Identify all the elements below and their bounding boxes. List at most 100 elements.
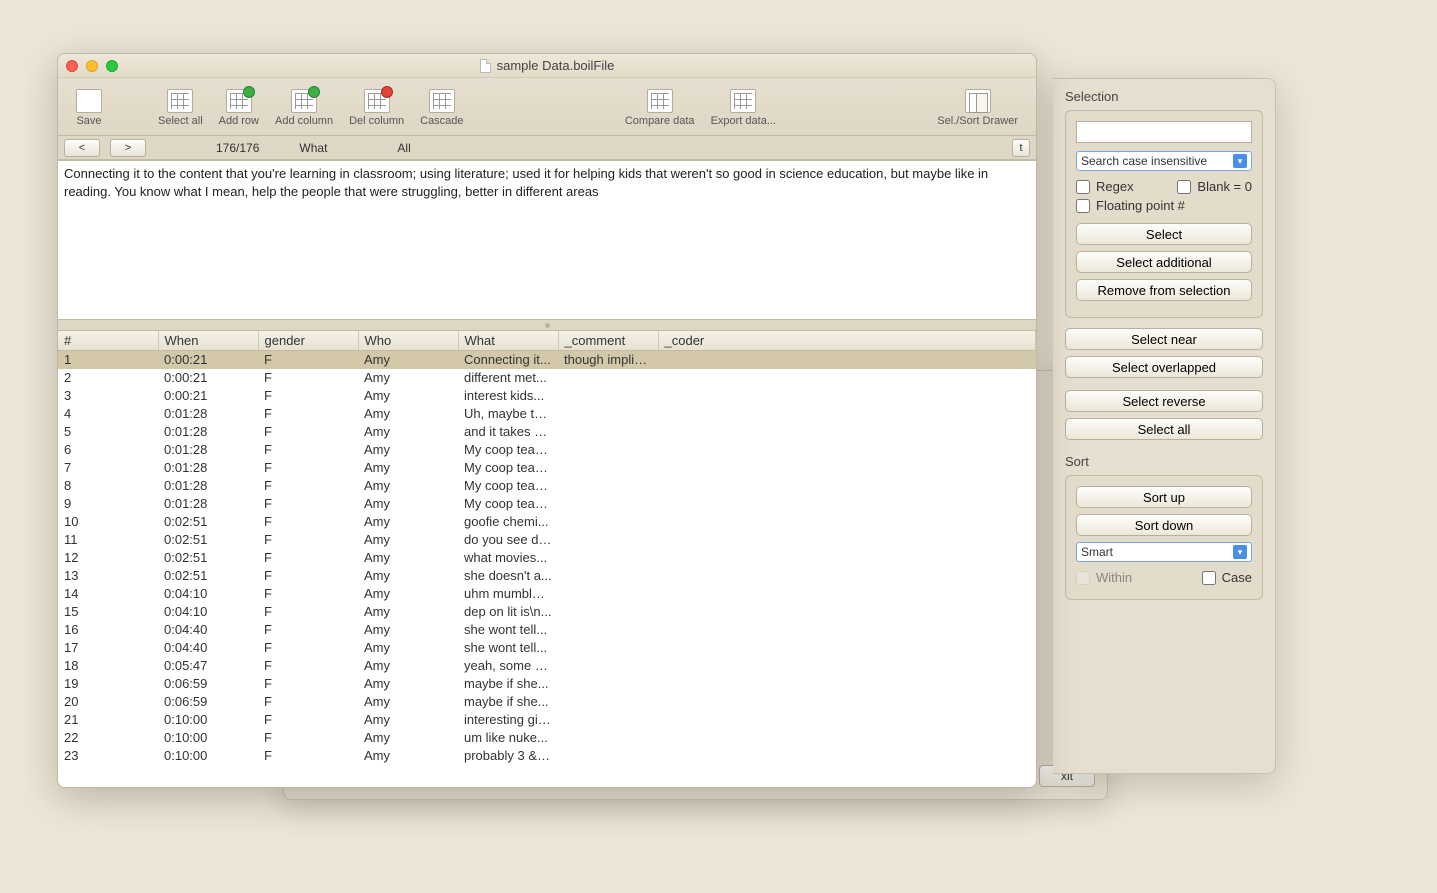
table-row[interactable]: 50:01:28FAmy and it takes a... [58,423,1036,441]
cell-coder[interactable] [658,531,1036,549]
cell-coder[interactable] [658,441,1036,459]
cell-comment[interactable] [558,657,658,675]
cell-what[interactable]: uhm mumble l... [458,585,558,603]
cell-when[interactable]: 0:01:28 [158,441,258,459]
cell-n[interactable]: 18 [58,657,158,675]
cell-gender[interactable]: F [258,351,358,369]
table-row[interactable]: 110:02:51FAmydo you see do... [58,531,1036,549]
cell-what[interactable]: Uh, maybe thr... [458,405,558,423]
cell-when[interactable]: 0:01:28 [158,495,258,513]
cell-comment[interactable]: though implici... [558,351,658,369]
cell-who[interactable]: Amy [358,729,458,747]
table-row[interactable]: 20:00:21FAmydifferent met... [58,369,1036,387]
cell-what[interactable]: interest kids... [458,387,558,405]
cell-comment[interactable] [558,639,658,657]
cell-n[interactable]: 14 [58,585,158,603]
cell-gender[interactable]: F [258,441,358,459]
cell-n[interactable]: 7 [58,459,158,477]
cell-what[interactable]: different met... [458,369,558,387]
cell-what[interactable]: yeah, some ar... [458,657,558,675]
select-button[interactable]: Select [1076,223,1252,245]
minimize-icon[interactable] [86,60,98,72]
select-all-button[interactable]: Select all [150,89,211,127]
cell-when[interactable]: 0:00:21 [158,369,258,387]
blank0-checkbox[interactable]: Blank = 0 [1177,179,1252,194]
cell-when[interactable]: 0:01:28 [158,477,258,495]
cell-what[interactable]: dep on lit is\n... [458,603,558,621]
cell-when[interactable]: 0:10:00 [158,711,258,729]
cell-comment[interactable] [558,495,658,513]
cell-comment[interactable] [558,459,658,477]
cell-what[interactable]: she wont tell... [458,621,558,639]
select-all-button[interactable]: Select all [1065,418,1263,440]
cell-coder[interactable] [658,585,1036,603]
compare-data-button[interactable]: Compare data [617,89,703,127]
cell-gender[interactable]: F [258,711,358,729]
cell-n[interactable]: 19 [58,675,158,693]
cell-who[interactable]: Amy [358,621,458,639]
cell-comment[interactable] [558,369,658,387]
cell-comment[interactable] [558,477,658,495]
zoom-icon[interactable] [106,60,118,72]
cell-what[interactable]: maybe if she... [458,693,558,711]
cell-who[interactable]: Amy [358,549,458,567]
cell-who[interactable]: Amy [358,657,458,675]
cell-comment[interactable] [558,423,658,441]
cell-n[interactable]: 15 [58,603,158,621]
cell-who[interactable]: Amy [358,693,458,711]
cell-who[interactable]: Amy [358,369,458,387]
select-near-button[interactable]: Select near [1065,328,1263,350]
cell-coder[interactable] [658,747,1036,765]
cascade-button[interactable]: Cascade [412,89,471,127]
cell-gender[interactable]: F [258,675,358,693]
cell-coder[interactable] [658,711,1036,729]
cell-who[interactable]: Amy [358,639,458,657]
table-row[interactable]: 230:10:00FAmyprobably 3 & f... [58,747,1036,765]
cell-when[interactable]: 0:01:28 [158,405,258,423]
table-row[interactable]: 120:02:51FAmywhat movies... [58,549,1036,567]
cell-coder[interactable] [658,351,1036,369]
cell-when[interactable]: 0:02:51 [158,531,258,549]
cell-coder[interactable] [658,387,1036,405]
remove-from-selection-button[interactable]: Remove from selection [1076,279,1252,301]
cell-when[interactable]: 0:10:00 [158,729,258,747]
cell-n[interactable]: 12 [58,549,158,567]
cell-comment[interactable] [558,567,658,585]
titlebar[interactable]: sample Data.boilFile [58,54,1036,78]
cell-coder[interactable] [658,675,1036,693]
table-row[interactable]: 100:02:51FAmy goofie chemi... [58,513,1036,531]
cell-who[interactable]: Amy [358,423,458,441]
data-table[interactable]: # When gender Who What _comment _coder 1… [58,330,1036,787]
select-overlapped-button[interactable]: Select overlapped [1065,356,1263,378]
cell-coder[interactable] [658,495,1036,513]
cell-gender[interactable]: F [258,621,358,639]
table-row[interactable]: 200:06:59FAmymaybe if she... [58,693,1036,711]
cell-coder[interactable] [658,369,1036,387]
cell-when[interactable]: 0:04:40 [158,621,258,639]
select-additional-button[interactable]: Select additional [1076,251,1252,273]
cell-gender[interactable]: F [258,585,358,603]
cell-n[interactable]: 3 [58,387,158,405]
regex-checkbox[interactable]: Regex [1076,179,1134,194]
selection-search-input[interactable] [1076,121,1252,143]
cell-who[interactable]: Amy [358,459,458,477]
table-header-row[interactable]: # When gender Who What _comment _coder [58,331,1036,351]
cell-what[interactable]: interesting giv... [458,711,558,729]
cell-gender[interactable]: F [258,423,358,441]
cell-when[interactable]: 0:04:10 [158,603,258,621]
cell-when[interactable]: 0:02:51 [158,567,258,585]
cell-who[interactable]: Amy [358,567,458,585]
cell-comment[interactable] [558,693,658,711]
cell-who[interactable]: Amy [358,675,458,693]
col-header-coder[interactable]: _coder [658,331,1036,351]
cell-what[interactable]: My coop teac... [458,495,558,513]
table-row[interactable]: 190:06:59FAmymaybe if she... [58,675,1036,693]
cell-what[interactable]: um like nuke... [458,729,558,747]
detail-text-area[interactable]: Connecting it to the content that you're… [58,160,1036,320]
cell-gender[interactable]: F [258,639,358,657]
cell-who[interactable]: Amy [358,441,458,459]
cell-who[interactable]: Amy [358,351,458,369]
cell-n[interactable]: 17 [58,639,158,657]
cell-when[interactable]: 0:06:59 [158,693,258,711]
cell-who[interactable]: Amy [358,405,458,423]
